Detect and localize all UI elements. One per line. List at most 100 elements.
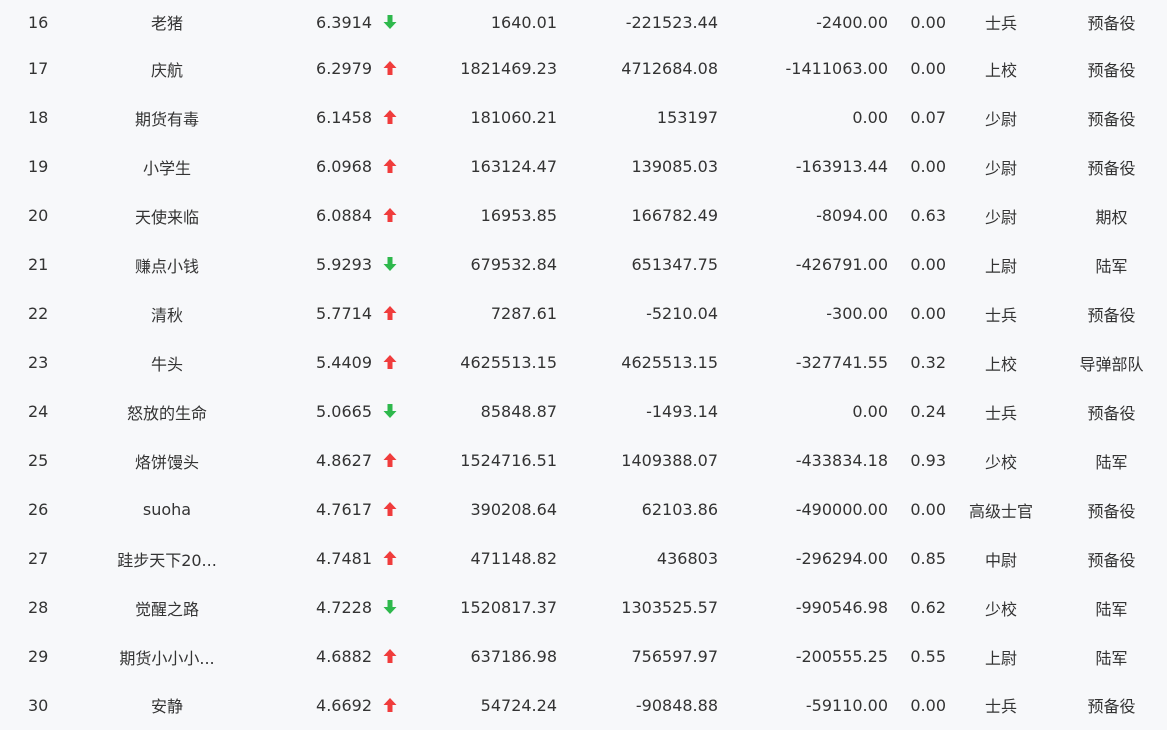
value-3-cell: 0.00 [852,402,888,421]
ratio-cell: 0.85 [910,549,946,568]
table-row[interactable]: 19 小学生 6.0968 163124.47 139085.03 -16391… [0,142,1167,191]
score-value: 4.7617 [316,500,372,519]
rank-cell: 22 [28,304,49,323]
rank-cell: 25 [28,451,49,470]
value-2-cell: 139085.03 [631,157,718,176]
value-2-cell: -90848.88 [635,695,718,715]
score-cell: 4.7617 [256,485,398,534]
value-2-cell: 153197 [656,108,718,127]
ratio-cell: 0.00 [910,695,946,715]
ratio-cell: 0.00 [910,157,946,176]
table-row[interactable]: 25 烙饼馒头 4.8627 1524716.51 1409388.07 -43… [0,436,1167,485]
military-rank-cell: 上校 [984,354,1017,374]
score-value: 6.2979 [316,59,372,78]
value-2-cell: 756597.97 [631,647,718,666]
military-rank-cell: 少尉 [984,109,1017,129]
ratio-cell: 0.00 [910,255,946,274]
trader-name-cell[interactable]: 安静 [78,681,256,729]
ratio-cell: 0.62 [910,598,946,617]
trader-name-cell[interactable]: 期货有毒 [78,93,256,142]
value-3-cell: -490000.00 [795,500,888,519]
table-row[interactable]: 30 安静 4.6692 54724.24 -90848.88 -59110.0… [0,681,1167,729]
rank-cell: 29 [28,647,49,666]
table-row[interactable]: 24 怒放的生命 5.0665 85848.87 -1493.14 0.00 0… [0,387,1167,436]
table-row[interactable]: 21 赚点小钱 5.9293 679532.84 651347.75 -4267… [0,240,1167,289]
score-value: 6.1458 [316,108,372,127]
group-cell: 预备役 [1087,14,1136,33]
trader-name-cell[interactable]: 庆航 [78,44,256,93]
value-2-cell: -221523.44 [625,12,718,32]
score-cell: 6.3914 [256,0,398,44]
ratio-cell: 0.32 [910,353,946,372]
score-value: 4.7481 [316,549,372,568]
value-2-cell: 4712684.08 [621,59,718,78]
score-value: 6.0968 [316,157,372,176]
score-value: 5.0665 [316,402,372,421]
value-3-cell: -300.00 [826,304,888,323]
score-value: 4.8627 [316,451,372,470]
table-row[interactable]: 27 跬步天下20... 4.7481 471148.82 436803 -29… [0,534,1167,583]
group-cell: 预备役 [1087,109,1136,129]
group-cell: 预备役 [1087,403,1136,423]
trader-name-cell[interactable]: 跬步天下20... [78,534,256,583]
rank-cell: 30 [28,695,49,715]
trader-name-cell[interactable]: suoha [78,485,256,534]
trader-name-cell[interactable]: 怒放的生命 [78,387,256,436]
trader-name-cell[interactable]: 清秋 [78,289,256,338]
rank-cell: 28 [28,598,49,617]
value-2-cell: -1493.14 [646,402,718,421]
value-2-cell: 1409388.07 [621,451,718,470]
table-row[interactable]: 18 期货有毒 6.1458 181060.21 153197 0.00 0.0… [0,93,1167,142]
arrow-up-icon [382,305,398,321]
rank-cell: 21 [28,255,49,274]
ratio-cell: 0.00 [910,304,946,323]
arrow-down-icon [382,256,398,272]
rank-cell: 24 [28,402,49,421]
value-3-cell: -990546.98 [795,598,888,617]
trader-name-cell[interactable]: 天使来临 [78,191,256,240]
arrow-up-icon [382,60,398,76]
ratio-cell: 0.00 [910,12,946,32]
table-row[interactable]: 26 suoha 4.7617 390208.64 62103.86 -4900… [0,485,1167,534]
arrow-up-icon [382,452,398,468]
table-row[interactable]: 28 觉醒之路 4.7228 1520817.37 1303525.57 -99… [0,583,1167,632]
trader-name-cell[interactable]: 觉醒之路 [78,583,256,632]
ratio-cell: 0.55 [910,647,946,666]
ranking-table: 16 老猪 6.3914 1640.01 -221523.44 -2400.00… [0,0,1167,729]
score-value: 6.3914 [316,12,372,32]
table-row[interactable]: 23 牛头 5.4409 4625513.15 4625513.15 -3277… [0,338,1167,387]
group-cell: 陆军 [1095,599,1128,619]
value-1-cell: 637186.98 [470,647,557,666]
table-row[interactable]: 16 老猪 6.3914 1640.01 -221523.44 -2400.00… [0,0,1167,44]
arrow-up-icon [382,501,398,517]
rank-cell: 23 [28,353,49,372]
arrow-up-icon [382,648,398,664]
trader-name-cell[interactable]: 小学生 [78,142,256,191]
arrow-down-icon [382,14,398,30]
ratio-cell: 0.63 [910,206,946,225]
group-cell: 预备役 [1087,550,1136,570]
group-cell: 陆军 [1095,452,1128,472]
group-cell: 预备役 [1087,305,1136,325]
score-cell: 5.0665 [256,387,398,436]
trader-name-cell[interactable]: 期货小小小... [78,632,256,681]
trader-name-cell[interactable]: 烙饼馒头 [78,436,256,485]
trader-name-cell[interactable]: 赚点小钱 [78,240,256,289]
score-cell: 5.4409 [256,338,398,387]
table-row[interactable]: 22 清秋 5.7714 7287.61 -5210.04 -300.00 0.… [0,289,1167,338]
table-row[interactable]: 29 期货小小小... 4.6882 637186.98 756597.97 -… [0,632,1167,681]
group-cell: 预备役 [1087,501,1136,521]
table-row[interactable]: 17 庆航 6.2979 1821469.23 4712684.08 -1411… [0,44,1167,93]
trader-name-cell[interactable]: 老猪 [78,0,256,44]
military-rank-cell: 士兵 [984,697,1017,716]
trader-name-cell[interactable]: 牛头 [78,338,256,387]
value-1-cell: 1524716.51 [460,451,557,470]
rank-cell: 26 [28,500,49,519]
military-rank-cell: 少尉 [984,207,1017,227]
score-cell: 6.2979 [256,44,398,93]
table-row[interactable]: 20 天使来临 6.0884 16953.85 166782.49 -8094.… [0,191,1167,240]
value-2-cell: 1303525.57 [621,598,718,617]
ratio-cell: 0.93 [910,451,946,470]
score-value: 5.7714 [316,304,372,323]
score-value: 4.6692 [316,695,372,715]
